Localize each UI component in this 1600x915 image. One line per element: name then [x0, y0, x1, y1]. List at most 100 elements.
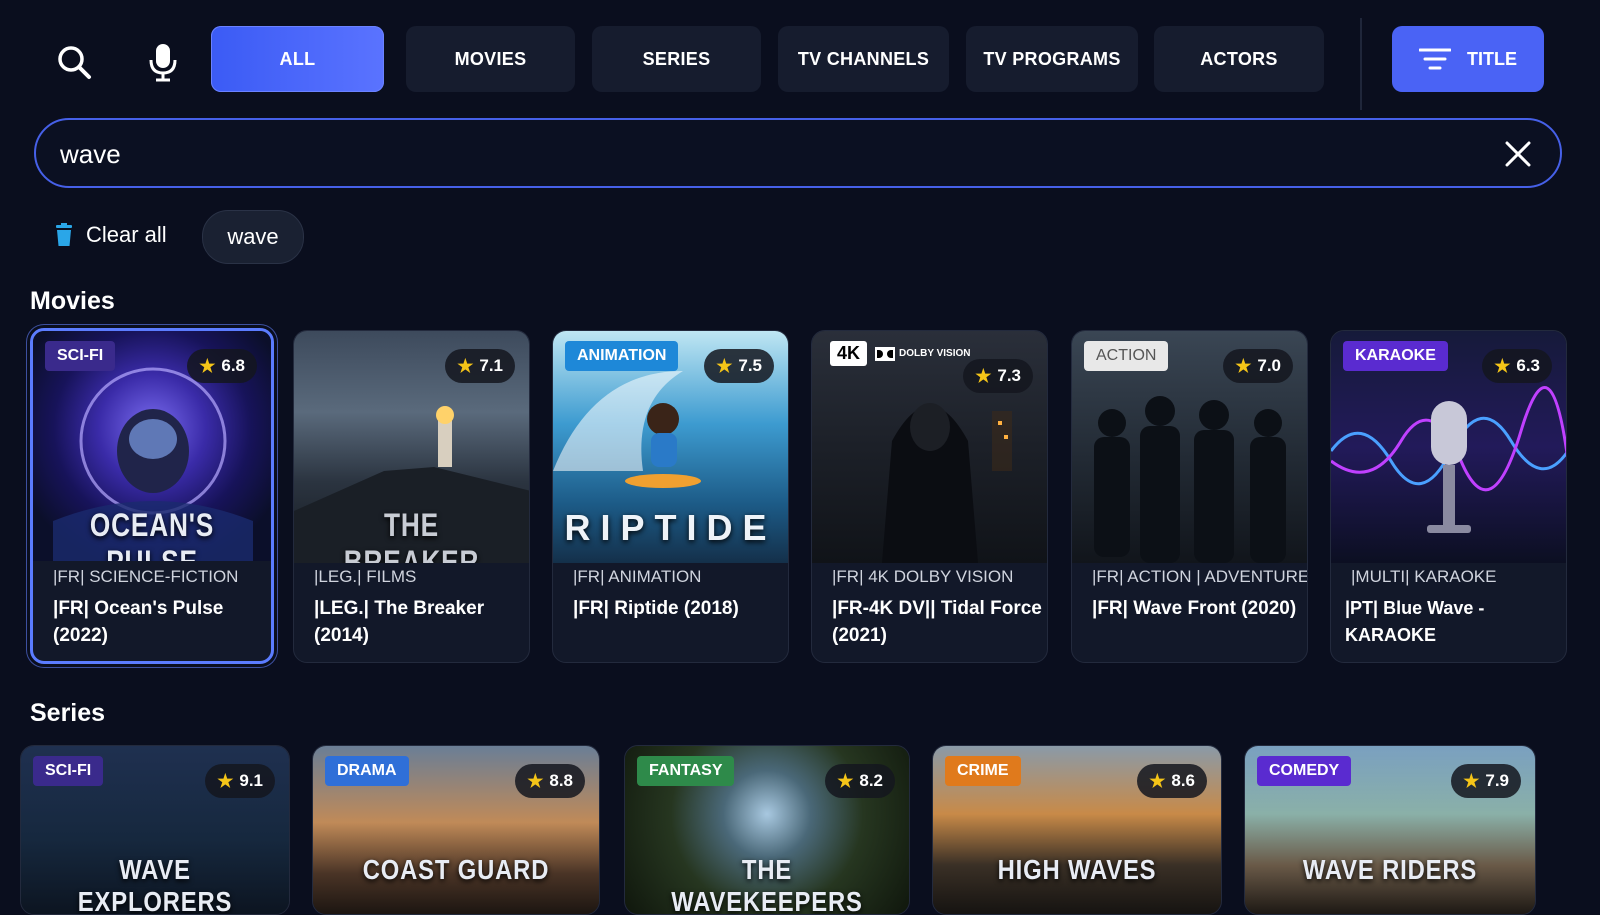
- poster-title: WAVE EXPLORERS: [77, 854, 233, 915]
- genre-badge: CRIME: [945, 756, 1021, 786]
- movie-card[interactable]: 4K DOLBY VISION ★ 7.3 |FR| 4K DOLBY VISIO…: [811, 330, 1048, 663]
- card-title: |FR| Ocean's Pulse (2022): [53, 598, 224, 646]
- series-card[interactable]: WAVE EXPLORERS SCI-FI ★ 9.1: [20, 745, 290, 915]
- series-card[interactable]: COAST GUARD DRAMA ★ 8.8: [312, 745, 600, 915]
- close-icon[interactable]: [1502, 138, 1534, 170]
- rating-value: 8.8: [549, 771, 573, 790]
- search-icon: [58, 46, 91, 79]
- movie-card[interactable]: OCEAN'S PULSE SCI-FI ★ 6.8 |FR| SCIENCE-F…: [30, 328, 274, 664]
- tab-actors[interactable]: ACTORS: [1154, 26, 1324, 92]
- star-icon: ★: [1149, 770, 1166, 791]
- clear-all-button[interactable]: Clear all: [54, 222, 167, 248]
- card-title: |FR| Riptide (2018): [573, 598, 739, 619]
- search-bar: [34, 118, 1562, 188]
- genre-badge: DRAMA: [325, 756, 409, 786]
- genre-badge: ACTION: [1084, 341, 1169, 371]
- card-category: |LEG.| FILMS: [314, 567, 417, 586]
- rating-badge: ★ 8.2: [825, 764, 895, 798]
- genre-badge: SCI-FI: [45, 341, 116, 371]
- poster-title: OCEAN'S PULSE: [89, 507, 215, 561]
- rating-badge: ★ 7.0: [1223, 349, 1293, 383]
- card-category: |FR| ANIMATION: [573, 567, 702, 586]
- search-button[interactable]: [46, 34, 102, 90]
- card-title: |LEG.| The Breaker (2014): [314, 598, 485, 646]
- card-category: |FR| 4K DOLBY VISION: [832, 567, 1014, 586]
- movie-card[interactable]: THE BREAKER ★ 7.1 |LEG.| FILMS |LEG.| The…: [293, 330, 530, 663]
- series-card[interactable]: HIGH WAVES CRIME ★ 8.6: [932, 745, 1222, 915]
- rating-badge: ★ 6.3: [1482, 349, 1552, 383]
- rating-badge: ★ 7.3: [963, 359, 1033, 393]
- rating-value: 8.2: [859, 771, 883, 790]
- tab-series[interactable]: SERIES: [592, 26, 761, 92]
- rating-value: 7.0: [1257, 356, 1281, 375]
- rating-badge: ★ 7.9: [1451, 764, 1521, 798]
- star-icon: ★: [199, 355, 216, 376]
- movie-card[interactable]: ACTION ★ 7.0 |FR| ACTION | ADVENTURE |FR|…: [1071, 330, 1308, 663]
- star-icon: ★: [716, 355, 733, 376]
- rating-badge: ★ 9.1: [205, 764, 275, 798]
- card-title: |FR-4K DV|| Tidal Force (2021): [832, 598, 1042, 646]
- poster-title: COAST GUARD: [362, 854, 550, 885]
- star-icon: ★: [975, 365, 992, 386]
- movies-section-title: Movies: [30, 287, 115, 315]
- genre-badge: KARAOKE: [1343, 341, 1448, 371]
- rating-value: 7.3: [997, 366, 1021, 385]
- movie-card[interactable]: RIPTIDE ANIMATION ★ 7.5 |FR| ANIMATION |F…: [552, 330, 789, 663]
- poster-title: THE WAVEKEEPERS: [671, 854, 863, 915]
- microphone-icon: [149, 44, 177, 82]
- series-card[interactable]: WAVE RIDERS COMEDY ★ 7.9: [1244, 745, 1536, 915]
- trash-icon: [56, 223, 72, 246]
- rating-value: 6.8: [221, 356, 245, 375]
- dolby-vision-logo: DOLBY VISION: [875, 346, 971, 361]
- 4k-dolby-tag: 4K DOLBY VISION: [830, 341, 971, 366]
- rating-value: 7.5: [738, 356, 762, 375]
- star-icon: ★: [527, 770, 544, 791]
- rating-badge: ★ 8.8: [515, 764, 585, 798]
- poster-title: WAVE RIDERS: [1302, 854, 1478, 885]
- search-input[interactable]: [58, 134, 1442, 174]
- rating-badge: ★ 7.1: [445, 349, 515, 383]
- rating-badge: ★ 7.5: [704, 349, 774, 383]
- poster-title: THE BREAKER: [343, 507, 480, 563]
- poster-title: HIGH WAVES: [997, 854, 1157, 885]
- dolby-vision-label: DOLBY VISION: [899, 348, 971, 359]
- genre-badge: ANIMATION: [565, 341, 679, 371]
- genre-badge: FANTASY: [637, 756, 735, 786]
- tab-all[interactable]: ALL: [211, 26, 384, 92]
- genre-badge: COMEDY: [1257, 756, 1352, 786]
- movie-card[interactable]: KARAOKE ★ 6.3 |MULTI| KARAOKE |PT| Blue W…: [1330, 330, 1567, 663]
- clear-all-label: Clear all: [86, 222, 167, 247]
- star-icon: ★: [837, 770, 854, 791]
- star-icon: ★: [1494, 355, 1511, 376]
- genre-badge: SCI-FI: [33, 756, 104, 786]
- rating-value: 6.3: [1516, 356, 1540, 375]
- dolby-icon: [875, 346, 896, 361]
- sort-icon: [1419, 48, 1451, 70]
- rating-badge: ★ 8.6: [1137, 764, 1207, 798]
- rating-badge: ★ 6.8: [187, 349, 257, 383]
- series-card[interactable]: THE WAVEKEEPERS FANTASY ★ 8.2: [624, 745, 910, 915]
- star-icon: ★: [217, 770, 234, 791]
- tab-tv-programs[interactable]: TV PROGRAMS: [966, 26, 1138, 92]
- rating-value: 8.6: [1171, 771, 1195, 790]
- toolbar-divider: [1360, 18, 1362, 110]
- 4k-badge: 4K: [830, 341, 868, 366]
- rating-value: 7.9: [1485, 771, 1509, 790]
- star-icon: ★: [457, 355, 474, 376]
- card-category: |MULTI| KARAOKE: [1351, 567, 1497, 586]
- sort-title-button[interactable]: TITLE: [1392, 26, 1544, 92]
- star-icon: ★: [1463, 770, 1480, 791]
- poster-title: RIPTIDE: [564, 507, 777, 548]
- card-category: |FR| ACTION | ADVENTURE: [1092, 567, 1308, 586]
- tab-movies[interactable]: MOVIES: [406, 26, 575, 92]
- card-title: |PT| Blue Wave - KARAOKE: [1345, 598, 1485, 645]
- card-title: |FR| Wave Front (2020): [1092, 598, 1297, 619]
- sort-title-label: TITLE: [1467, 48, 1517, 69]
- history-chip[interactable]: wave: [202, 210, 304, 264]
- star-icon: ★: [1235, 355, 1252, 376]
- voice-search-button[interactable]: [135, 34, 191, 90]
- card-category: |FR| SCIENCE-FICTION: [53, 567, 239, 586]
- series-section-title: Series: [30, 699, 106, 727]
- rating-value: 9.1: [239, 771, 263, 790]
- tab-tv-channels[interactable]: TV CHANNELS: [778, 26, 949, 92]
